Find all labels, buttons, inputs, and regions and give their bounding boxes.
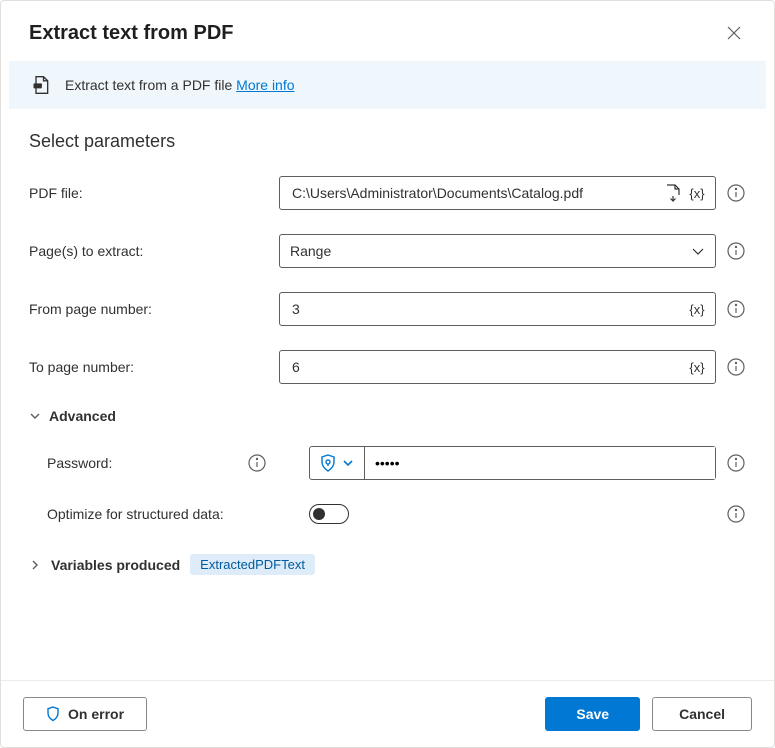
variable-icon: {x}	[689, 360, 704, 375]
dropdown-pages-value: Range	[290, 243, 331, 259]
close-button[interactable]	[722, 21, 746, 45]
input-from-page[interactable]	[290, 293, 685, 325]
info-from-page[interactable]	[726, 299, 746, 319]
variable-picker-to[interactable]: {x}	[685, 355, 709, 379]
dropdown-pages[interactable]: Range	[279, 234, 716, 268]
label-password: Password:	[29, 455, 112, 471]
password-group	[309, 446, 716, 480]
label-pdf-file: PDF file:	[29, 185, 279, 201]
pdf-icon: PDF	[31, 75, 51, 95]
chevron-down-icon	[691, 244, 705, 258]
info-password-right[interactable]	[726, 453, 746, 473]
variables-produced-row: Variables produced ExtractedPDFText	[29, 554, 746, 575]
save-button[interactable]: Save	[545, 697, 640, 731]
info-icon	[248, 454, 266, 472]
variables-produced-label[interactable]: Variables produced	[51, 557, 180, 573]
input-pdf-file-wrapper: {x}	[279, 176, 716, 210]
label-pages: Page(s) to extract:	[29, 243, 279, 259]
row-password: Password:	[29, 446, 746, 480]
input-password[interactable]	[365, 447, 715, 479]
shield-outline-icon	[46, 706, 60, 722]
info-optimize[interactable]	[726, 504, 746, 524]
info-icon	[727, 358, 745, 376]
info-icon	[727, 454, 745, 472]
variable-picker-button[interactable]: {x}	[685, 181, 709, 205]
password-mode-selector[interactable]	[310, 447, 365, 479]
label-to-page: To page number:	[29, 359, 279, 375]
on-error-label: On error	[68, 706, 124, 722]
label-optimize: Optimize for structured data:	[29, 506, 279, 522]
content-area: Select parameters PDF file: {x}	[1, 109, 774, 680]
info-to-page[interactable]	[726, 357, 746, 377]
more-info-link[interactable]: More info	[236, 77, 294, 93]
input-to-wrapper: {x}	[279, 350, 716, 384]
dialog-title: Extract text from PDF	[29, 22, 234, 45]
chevron-right-icon[interactable]	[29, 559, 41, 571]
on-error-button[interactable]: On error	[23, 697, 147, 731]
row-from-page: From page number: {x}	[29, 292, 746, 326]
info-icon	[727, 505, 745, 523]
info-password-left[interactable]	[247, 453, 267, 473]
variable-icon: {x}	[689, 302, 704, 317]
shield-icon	[320, 454, 336, 472]
chevron-down-icon	[29, 410, 41, 422]
info-pages[interactable]	[726, 241, 746, 261]
row-pdf-file: PDF file: {x}	[29, 176, 746, 210]
banner-text-content: Extract text from a PDF file	[65, 77, 236, 93]
info-icon	[727, 300, 745, 318]
input-pdf-file[interactable]	[290, 177, 661, 209]
input-to-page[interactable]	[290, 351, 685, 383]
label-from-page: From page number:	[29, 301, 279, 317]
info-pdf-file[interactable]	[726, 183, 746, 203]
row-pages: Page(s) to extract: Range	[29, 234, 746, 268]
toggle-knob	[313, 508, 325, 520]
svg-text:PDF: PDF	[35, 84, 42, 88]
close-icon	[727, 26, 741, 40]
label-password-wrap: Password:	[29, 453, 279, 473]
dialog-footer: On error Save Cancel	[1, 680, 774, 747]
input-from-wrapper: {x}	[279, 292, 716, 326]
banner-text: Extract text from a PDF file More info	[65, 77, 295, 93]
dialog-header: Extract text from PDF	[1, 1, 774, 61]
row-to-page: To page number: {x}	[29, 350, 746, 384]
info-icon	[727, 242, 745, 260]
toggle-optimize[interactable]	[309, 504, 349, 524]
footer-right: Save Cancel	[545, 697, 752, 731]
advanced-section-toggle[interactable]: Advanced	[29, 408, 746, 424]
section-title: Select parameters	[29, 131, 746, 152]
cancel-button[interactable]: Cancel	[652, 697, 752, 731]
variable-picker-from[interactable]: {x}	[685, 297, 709, 321]
advanced-label: Advanced	[49, 408, 116, 424]
info-icon	[727, 184, 745, 202]
info-banner: PDF Extract text from a PDF file More in…	[9, 61, 766, 109]
row-optimize: Optimize for structured data:	[29, 504, 746, 524]
file-select-icon	[665, 184, 681, 202]
browse-file-button[interactable]	[661, 181, 685, 205]
variable-output-pill[interactable]: ExtractedPDFText	[190, 554, 315, 575]
chevron-down-icon	[342, 457, 354, 469]
variable-icon: {x}	[689, 186, 704, 201]
